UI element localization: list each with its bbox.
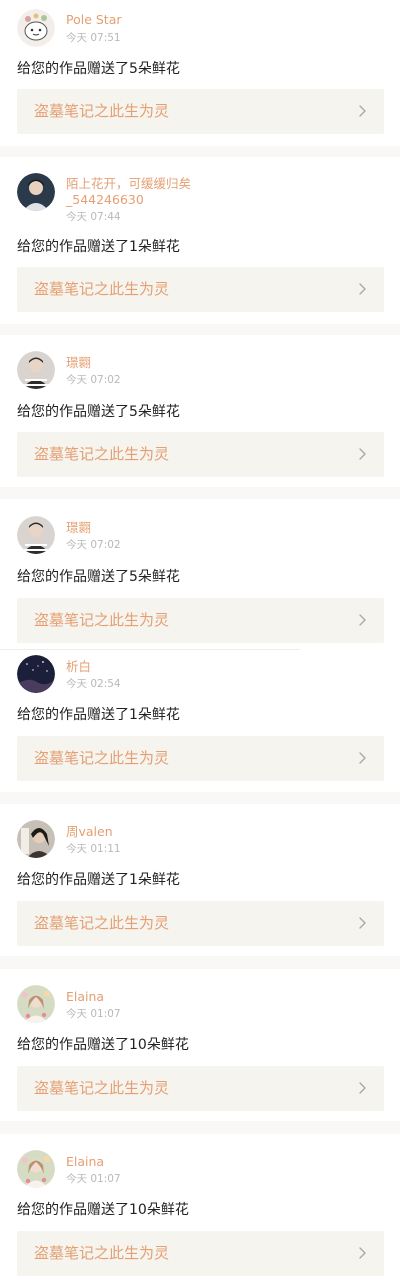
chevron-right-icon	[359, 917, 366, 929]
work-link[interactable]: 盗墓笔记之此生为灵	[17, 432, 384, 477]
gift-message: 给您的作品赠送了10朵鲜花	[17, 1037, 189, 1053]
sender-name[interactable]: 周valen	[66, 824, 113, 840]
sender-name[interactable]: Elaina	[66, 1154, 104, 1170]
sender-name[interactable]: 陌上花开，可缓缓归矣 _544246630	[66, 176, 191, 208]
gift-message: 给您的作品赠送了1朵鲜花	[17, 239, 180, 255]
sender-name[interactable]: Pole Star	[66, 12, 122, 28]
work-link[interactable]: 盗墓笔记之此生为灵	[17, 1231, 384, 1276]
girl-flowers-avatar-icon[interactable]	[17, 985, 55, 1023]
gift-message: 给您的作品赠送了1朵鲜花	[17, 872, 180, 888]
chevron-right-icon	[359, 1082, 366, 1094]
night-sky-avatar-icon[interactable]	[17, 655, 55, 693]
person-striped-shirt-avatar-icon[interactable]	[17, 351, 55, 389]
gift-message: 给您的作品赠送了10朵鲜花	[17, 1202, 189, 1218]
chevron-right-icon	[359, 1247, 366, 1259]
gift-message: 给您的作品赠送了1朵鲜花	[17, 707, 180, 723]
timestamp: 今天 01:11	[66, 843, 121, 855]
notification-card: Elaina 今天 01:07 给您的作品赠送了10朵鲜花 盗墓笔记之此生为灵	[0, 969, 400, 1121]
notification-card: 周valen 今天 01:11 给您的作品赠送了1朵鲜花 盗墓笔记之此生为灵	[0, 804, 400, 956]
timestamp: 今天 01:07	[66, 1173, 121, 1185]
girl-flowers-avatar-icon[interactable]	[17, 1150, 55, 1188]
sender-name[interactable]: 璟翾	[66, 355, 91, 371]
timestamp: 今天 07:51	[66, 32, 121, 44]
work-link[interactable]: 盗墓笔记之此生为灵	[17, 598, 384, 643]
gift-message: 给您的作品赠送了5朵鲜花	[17, 404, 180, 420]
sender-name[interactable]: 析白	[66, 659, 91, 675]
person-striped-shirt-avatar-icon[interactable]	[17, 516, 55, 554]
work-link[interactable]: 盗墓笔记之此生为灵	[17, 901, 384, 946]
chevron-right-icon	[359, 614, 366, 626]
chevron-right-icon	[359, 283, 366, 295]
notification-card: 陌上花开，可缓缓归矣 _544246630 今天 07:44 给您的作品赠送了1…	[0, 157, 400, 324]
work-title: 盗墓笔记之此生为灵	[34, 280, 170, 298]
timestamp: 今天 07:44	[66, 211, 121, 223]
chevron-right-icon	[359, 448, 366, 460]
person-portrait-avatar-icon[interactable]	[17, 173, 55, 211]
work-link[interactable]: 盗墓笔记之此生为灵	[17, 1066, 384, 1111]
timestamp: 今天 01:07	[66, 1008, 121, 1020]
person-profile-avatar-icon[interactable]	[17, 820, 55, 858]
chevron-right-icon	[359, 752, 366, 764]
timestamp: 今天 02:54	[66, 678, 121, 690]
sender-name-line-1: 陌上花开，可缓缓归矣	[66, 176, 192, 191]
cartoon-bear-avatar-icon[interactable]	[17, 9, 55, 47]
work-title: 盗墓笔记之此生为灵	[34, 749, 170, 767]
work-title: 盗墓笔记之此生为灵	[34, 445, 170, 463]
gift-notification-feed: Pole Star 今天 07:51 给您的作品赠送了5朵鲜花 盗墓笔记之此生为…	[0, 0, 400, 1280]
gift-message: 给您的作品赠送了5朵鲜花	[17, 61, 180, 77]
work-link[interactable]: 盗墓笔记之此生为灵	[17, 89, 384, 134]
sender-name[interactable]: Elaina	[66, 989, 104, 1005]
sender-name-line-2: _544246630	[66, 192, 144, 207]
timestamp: 今天 07:02	[66, 374, 121, 386]
work-title: 盗墓笔记之此生为灵	[34, 611, 170, 629]
work-link[interactable]: 盗墓笔记之此生为灵	[17, 267, 384, 312]
divider	[0, 649, 300, 650]
work-title: 盗墓笔记之此生为灵	[34, 1079, 170, 1097]
work-title: 盗墓笔记之此生为灵	[34, 102, 170, 120]
work-title: 盗墓笔记之此生为灵	[34, 914, 170, 932]
notification-card: Elaina 今天 01:07 给您的作品赠送了10朵鲜花 盗墓笔记之此生为灵	[0, 1134, 400, 1280]
gift-message: 给您的作品赠送了5朵鲜花	[17, 569, 180, 585]
work-title: 盗墓笔记之此生为灵	[34, 1244, 170, 1262]
work-link[interactable]: 盗墓笔记之此生为灵	[17, 736, 384, 781]
notification-card: 璟翾 今天 07:02 给您的作品赠送了5朵鲜花 盗墓笔记之此生为灵	[0, 335, 400, 487]
notification-card-group: 璟翾 今天 07:02 给您的作品赠送了5朵鲜花 盗墓笔记之此生为灵 析白 今天…	[0, 499, 400, 792]
notification-card: Pole Star 今天 07:51 给您的作品赠送了5朵鲜花 盗墓笔记之此生为…	[0, 0, 400, 146]
chevron-right-icon	[359, 105, 366, 117]
sender-name[interactable]: 璟翾	[66, 520, 91, 536]
timestamp: 今天 07:02	[66, 539, 121, 551]
